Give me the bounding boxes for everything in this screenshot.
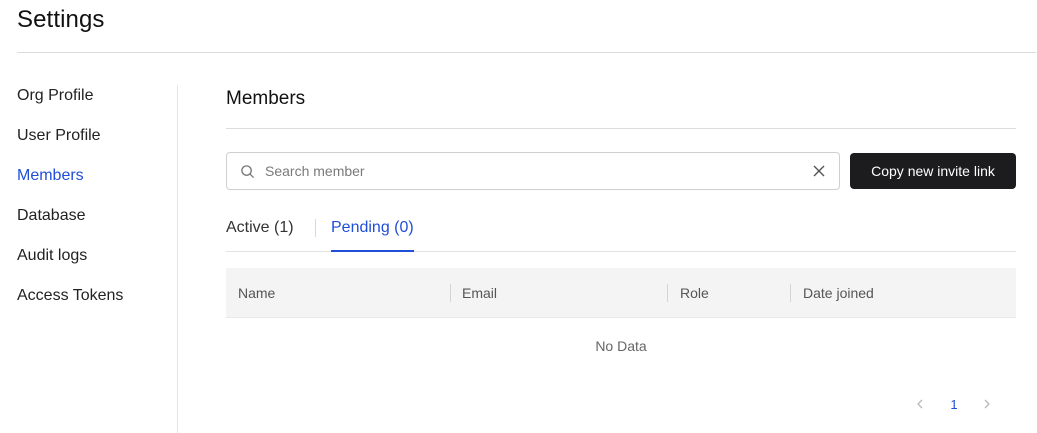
column-header-role[interactable]: Role: [680, 268, 709, 318]
search-icon: [229, 153, 265, 189]
page-number[interactable]: 1: [942, 392, 966, 416]
tab-active[interactable]: Active (1): [226, 214, 294, 252]
sidebar-item-org-profile[interactable]: Org Profile: [17, 84, 177, 124]
sidebar-item-members[interactable]: Members: [17, 164, 177, 204]
tab-separator: [315, 219, 316, 237]
prev-page-icon[interactable]: [908, 392, 932, 416]
copy-invite-link-button[interactable]: Copy new invite link: [850, 153, 1016, 189]
settings-sidebar: Org Profile User Profile Members Databas…: [17, 84, 177, 324]
sidebar-item-access-tokens[interactable]: Access Tokens: [17, 284, 177, 324]
section-divider: [226, 128, 1016, 129]
search-box: [226, 152, 840, 190]
sidebar-item-user-profile[interactable]: User Profile: [17, 124, 177, 164]
column-header-name[interactable]: Name: [238, 268, 275, 318]
next-page-icon[interactable]: [975, 392, 999, 416]
sidebar-divider: [177, 85, 178, 433]
page-title: Settings: [17, 6, 105, 33]
search-input[interactable]: [265, 153, 801, 189]
column-separator: [667, 284, 668, 302]
members-panel: Members Copy new invite link Active (1) …: [226, 84, 1016, 412]
section-title: Members: [226, 88, 306, 109]
column-header-date-joined[interactable]: Date joined: [803, 268, 874, 318]
sidebar-item-database[interactable]: Database: [17, 204, 177, 244]
empty-state-text: No Data: [595, 338, 647, 354]
member-status-tabs: Active (1) Pending (0): [226, 214, 1016, 252]
top-divider: [17, 52, 1036, 53]
clear-search-icon[interactable]: [801, 153, 837, 189]
sidebar-item-audit-logs[interactable]: Audit logs: [17, 244, 177, 284]
column-separator: [790, 284, 791, 302]
column-separator: [450, 284, 451, 302]
tab-pending[interactable]: Pending (0): [331, 214, 414, 252]
pagination: 1: [906, 392, 1016, 416]
column-header-email[interactable]: Email: [462, 268, 497, 318]
members-table-header: Name Email Role Date joined: [226, 268, 1016, 318]
